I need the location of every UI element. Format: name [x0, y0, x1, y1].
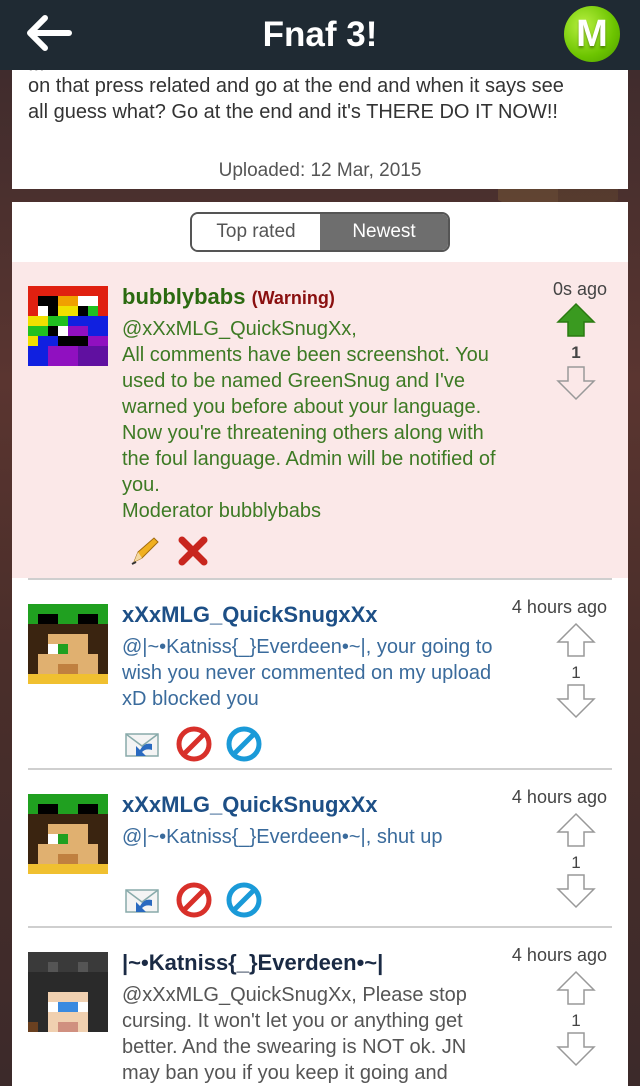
- description-card: ... on that press related and go at the …: [12, 70, 628, 189]
- vote-controls: 1: [554, 970, 598, 1072]
- tab-top-rated[interactable]: Top rated: [192, 214, 320, 250]
- comment-line: Moderator bubblybabs: [122, 500, 322, 522]
- avatar: [28, 952, 108, 1032]
- comment-line: the foul language. Admin will be notifie…: [122, 448, 496, 470]
- downvote-icon[interactable]: [556, 365, 596, 401]
- comment-line: @|~•Katniss{_}Everdeen•~|, shut up: [122, 826, 443, 848]
- comment-username[interactable]: xXxMLG_QuickSnugxXx: [122, 602, 378, 628]
- comment-line: @xXxMLG_QuickSnugXx, Please stop: [122, 984, 467, 1006]
- vote-controls: 1: [554, 622, 598, 724]
- comments-card: Top rated Newest bubblybabs (Warning) 0s…: [12, 202, 628, 1086]
- comment-line: used to be named GreenSnug and I've: [122, 370, 465, 392]
- vote-count: 1: [571, 663, 581, 682]
- warning-badge: (Warning): [251, 288, 335, 308]
- vote-count: 1: [571, 853, 581, 872]
- back-arrow-icon: [27, 15, 72, 51]
- comment-actions: [128, 534, 210, 568]
- comment-body: @xXxMLG_QuickSnugXx, All comments have b…: [122, 316, 532, 524]
- comment-line: Now you're threatening others along with: [122, 422, 484, 444]
- block-icon[interactable]: [226, 726, 262, 762]
- edit-pencil-icon[interactable]: [128, 534, 162, 568]
- comment-line: xD blocked you: [122, 688, 259, 710]
- m-badge-button[interactable]: M: [564, 6, 620, 62]
- upvote-icon[interactable]: [556, 302, 596, 338]
- tab-newest[interactable]: Newest: [320, 214, 448, 250]
- downvote-icon[interactable]: [556, 873, 596, 909]
- reply-icon[interactable]: [122, 726, 162, 762]
- comment-line: better. And the swearing is NOT ok. JN: [122, 1036, 467, 1058]
- block-icon[interactable]: [226, 882, 262, 918]
- comment-line: @xXxMLG_QuickSnugXx,: [122, 318, 357, 340]
- downvote-icon[interactable]: [556, 683, 596, 719]
- comment-line: warned you before about your language.: [122, 396, 482, 418]
- comment-item: xXxMLG_QuickSnugxXx 4 hours ago @|~•Katn…: [12, 580, 628, 768]
- upvote-icon[interactable]: [556, 970, 596, 1006]
- report-icon[interactable]: [176, 882, 212, 918]
- vote-count: 1: [571, 1011, 581, 1030]
- description-line: all guess what? Go at the end and it's T…: [28, 101, 558, 123]
- top-bar: Fnaf 3! M: [0, 0, 640, 70]
- page-title: Fnaf 3!: [262, 15, 378, 54]
- back-button[interactable]: [18, 8, 78, 58]
- comment-body: @xXxMLG_QuickSnugXx, Please stop cursing…: [122, 982, 532, 1086]
- username-text: bubblybabs: [122, 284, 246, 309]
- comment-item: |~•Katniss{_}Everdeen•~| 4 hours ago @xX…: [12, 928, 628, 1086]
- comment-username[interactable]: xXxMLG_QuickSnugxXx: [122, 792, 378, 818]
- comment-line: wish you never commented on my upload: [122, 662, 492, 684]
- comment-time: 4 hours ago: [511, 945, 607, 965]
- downvote-icon[interactable]: [556, 1031, 596, 1067]
- description-text: on that press related and go at the end …: [28, 73, 618, 125]
- comment-item: bubblybabs (Warning) 0s ago @xXxMLG_Quic…: [12, 262, 628, 578]
- comment-line: may ban you if you keep it going and: [122, 1062, 448, 1084]
- avatar: [28, 286, 108, 366]
- vote-count: 1: [571, 343, 581, 362]
- delete-x-icon[interactable]: [176, 534, 210, 568]
- avatar: [28, 604, 108, 684]
- sort-segmented-control: Top rated Newest: [190, 212, 450, 252]
- comment-item: xXxMLG_QuickSnugxXx 4 hours ago @|~•Katn…: [12, 770, 628, 926]
- comment-line: you.: [122, 474, 160, 496]
- upload-date: Uploaded: 12 Mar, 2015: [218, 160, 422, 181]
- description-line: on that press related and go at the end …: [28, 75, 564, 97]
- comment-time: 0s ago: [552, 279, 607, 299]
- avatar: [28, 794, 108, 874]
- comment-actions: [122, 882, 262, 918]
- comment-actions: [122, 726, 262, 762]
- report-icon[interactable]: [176, 726, 212, 762]
- comment-body: @|~•Katniss{_}Everdeen•~|, your going to…: [122, 634, 532, 712]
- comment-line: @|~•Katniss{_}Everdeen•~|, your going to: [122, 636, 493, 658]
- comment-time: 4 hours ago: [511, 597, 607, 617]
- comment-username[interactable]: bubblybabs (Warning): [122, 284, 335, 310]
- comment-line: cursing. It won't let you or anything ge…: [122, 1010, 463, 1032]
- vote-controls: 1: [554, 302, 598, 406]
- vote-controls: 1: [554, 812, 598, 914]
- comment-line: All comments have been screenshot. You: [122, 344, 489, 366]
- comment-time: 4 hours ago: [511, 787, 607, 807]
- upvote-icon[interactable]: [556, 622, 596, 658]
- reply-icon[interactable]: [122, 882, 162, 918]
- comment-body: @|~•Katniss{_}Everdeen•~|, shut up: [122, 824, 532, 850]
- upvote-icon[interactable]: [556, 812, 596, 848]
- comment-username[interactable]: |~•Katniss{_}Everdeen•~|: [122, 950, 383, 976]
